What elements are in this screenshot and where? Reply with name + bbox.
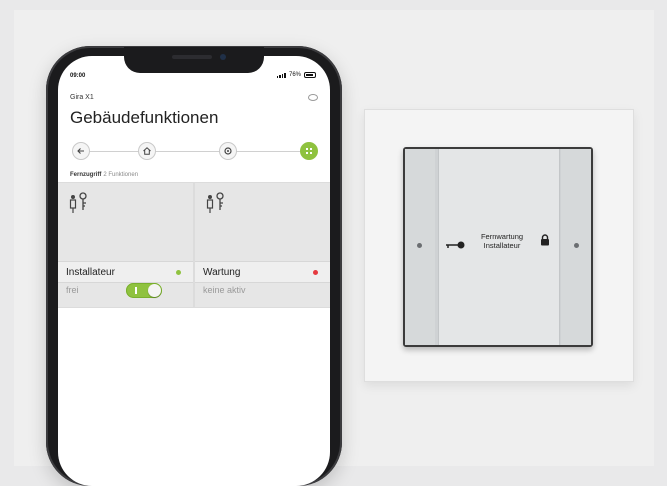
arrow-left-icon <box>77 148 84 154</box>
key-icon <box>446 241 465 249</box>
phone-notch <box>124 47 264 73</box>
status-dot <box>313 270 318 275</box>
tile-state: frei <box>66 285 79 295</box>
status-time: 09:00 <box>70 73 86 79</box>
screw-right <box>574 243 579 248</box>
section-subtitle: 2 Funktionen <box>103 172 139 178</box>
home-button[interactable] <box>138 142 156 160</box>
person-key-icon <box>206 192 224 213</box>
status-dot <box>176 270 181 275</box>
function-tiles: Installateur frei Wartung keine aktiv <box>58 182 330 308</box>
switch-label: Fernwartung Installateur <box>466 232 538 250</box>
page-title: Gebäudefunktionen <box>70 108 219 127</box>
settings-button[interactable] <box>219 142 237 160</box>
speaker-grille <box>172 55 212 59</box>
tile-label: Wartung <box>203 267 241 278</box>
gear-icon <box>224 147 232 155</box>
toggle-knob <box>148 284 161 297</box>
tile-label: Installateur <box>66 267 115 278</box>
toggle-on-mark <box>135 287 137 294</box>
grid-icon <box>306 148 312 154</box>
screw-left <box>417 243 422 248</box>
grid-view-button[interactable] <box>300 142 318 160</box>
tile-installateur[interactable]: Installateur frei <box>58 183 193 307</box>
status-icons: 76% <box>276 72 316 78</box>
home-icon <box>143 147 151 155</box>
tile-label-row: Installateur <box>58 261 193 283</box>
tile-label-row: Wartung <box>195 261 330 283</box>
tile-state: keine aktiv <box>203 285 246 295</box>
back-button[interactable] <box>72 142 90 160</box>
toolbar-divider <box>76 151 310 152</box>
tile-wartung[interactable]: Wartung keine aktiv <box>195 183 330 307</box>
app-screen: 09:00 76% Gira X1 Gebäudefunktionen Fern… <box>58 56 330 486</box>
signal-icon <box>276 72 286 78</box>
toolbar <box>66 140 322 164</box>
app-name: Gira X1 <box>70 94 94 101</box>
switch-label-line1: Fernwartung <box>480 232 524 241</box>
switch-label-line2: Installateur <box>483 241 521 250</box>
access-toggle[interactable] <box>126 283 162 298</box>
lock-icon <box>541 234 549 246</box>
person-key-icon <box>69 192 87 213</box>
section-title: Fernzugriff <box>70 172 102 178</box>
front-camera <box>220 54 226 60</box>
visibility-icon[interactable] <box>308 94 318 101</box>
battery-icon <box>304 72 316 78</box>
battery-percent: 76% <box>288 72 301 78</box>
section-header: Fernzugriff 2 Funktionen <box>70 172 138 178</box>
